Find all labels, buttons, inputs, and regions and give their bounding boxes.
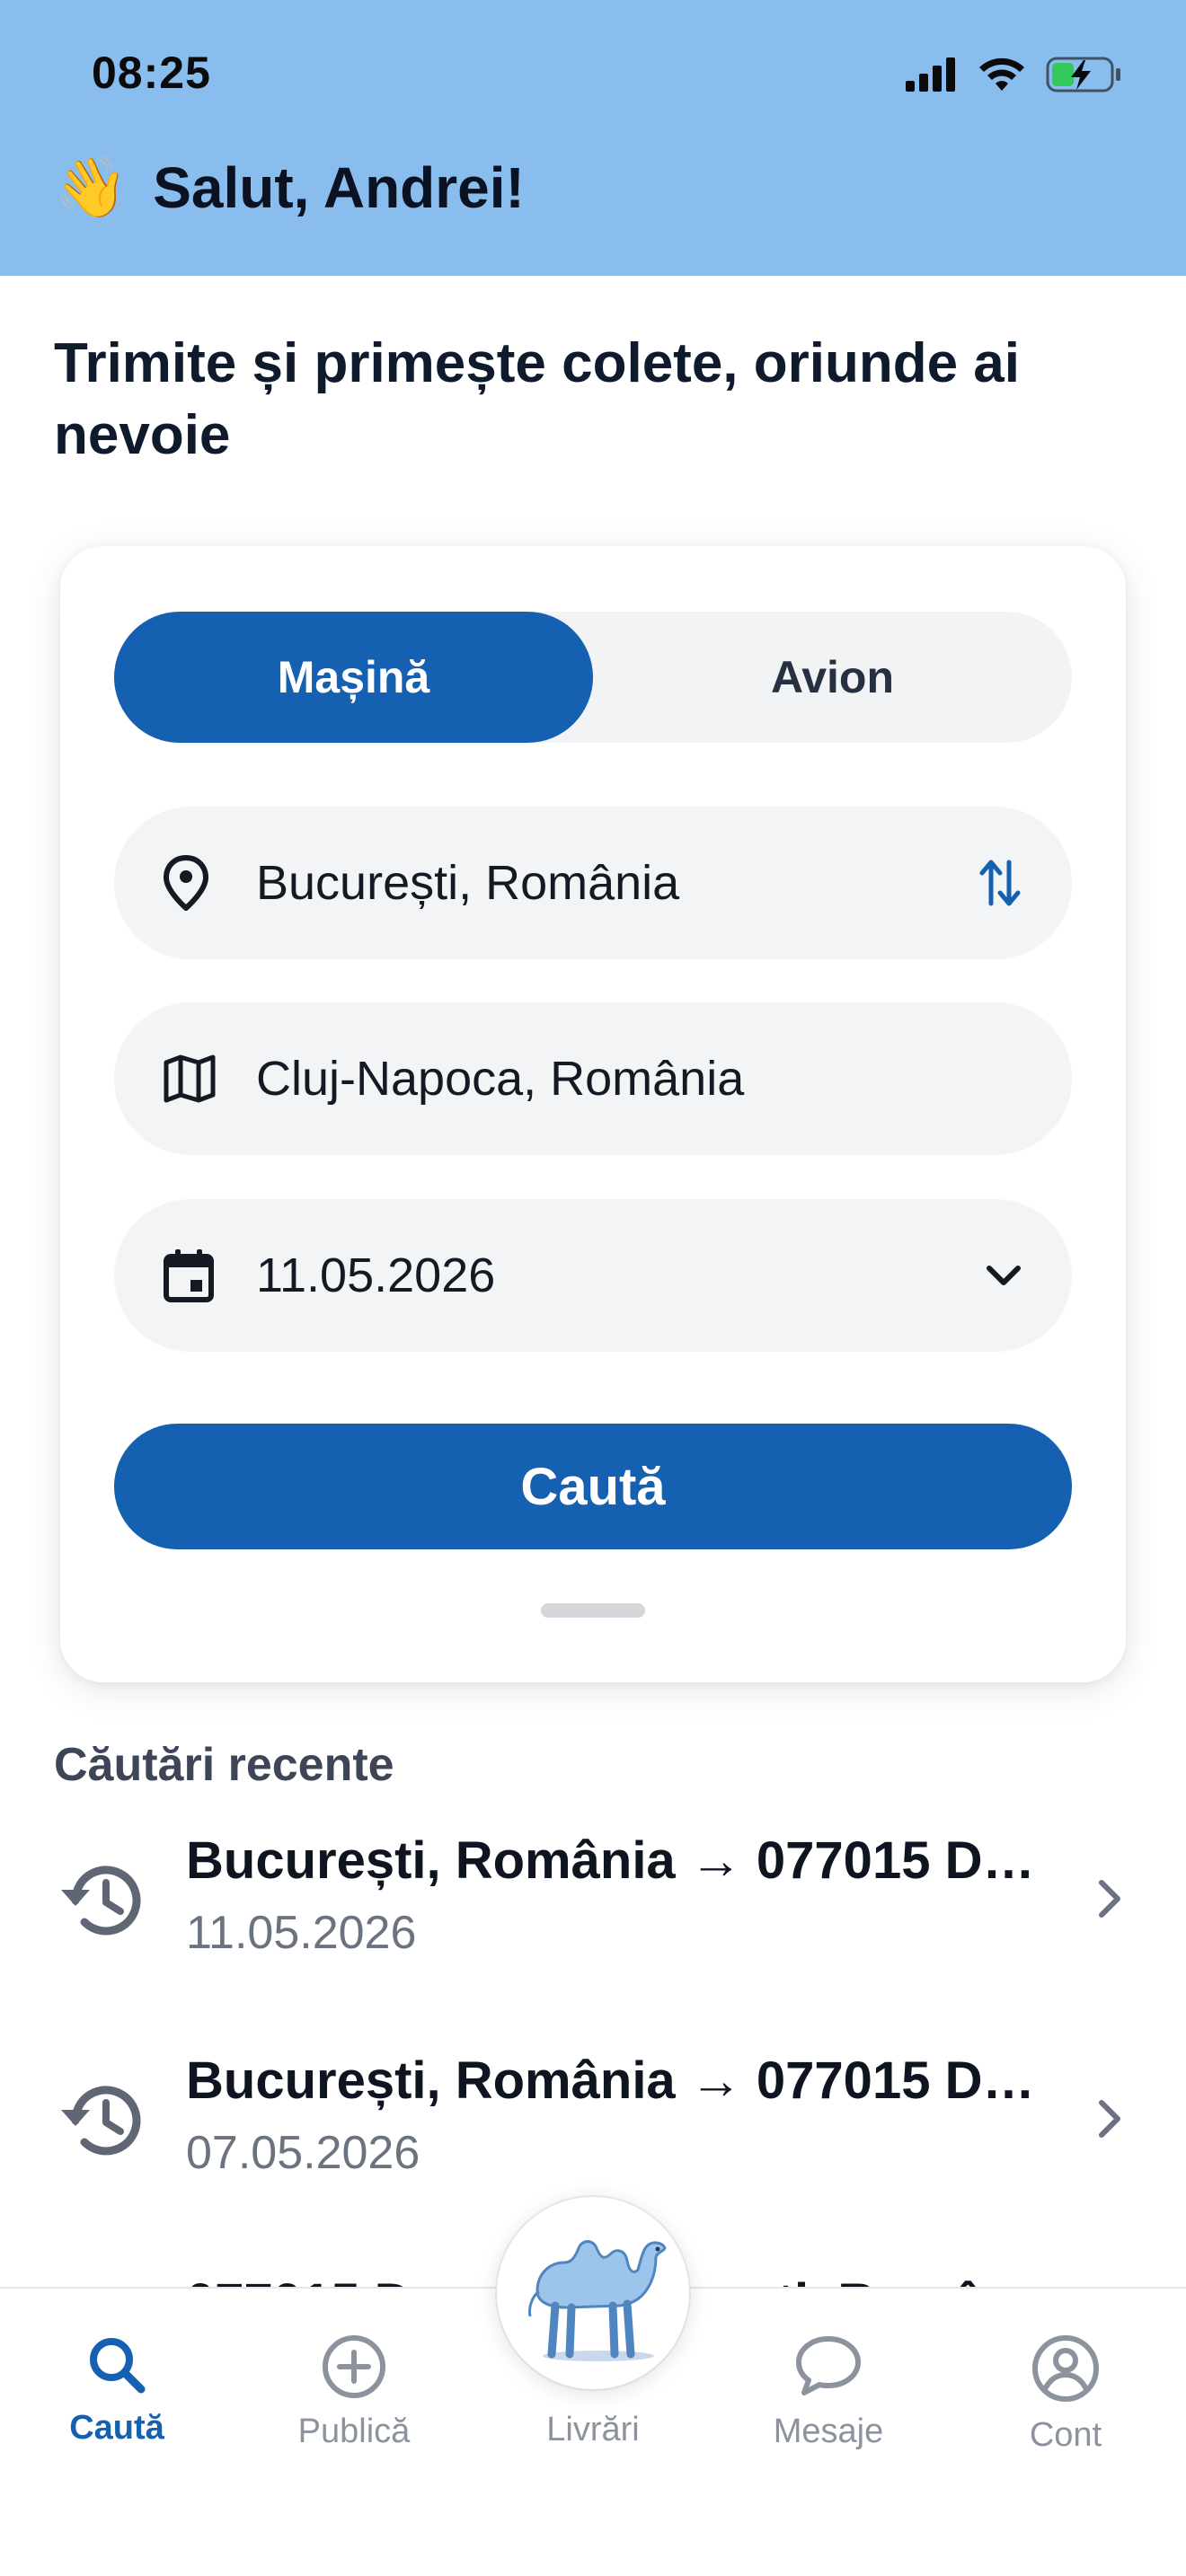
greeting-text: Salut, Andrei! bbox=[153, 155, 525, 220]
greeting: 👋 Salut, Andrei! bbox=[54, 153, 525, 223]
app-header: 08:25 👋 Salut, Andrei! bbox=[0, 0, 1186, 276]
recent-date: 11.05.2026 bbox=[186, 1907, 417, 1959]
date-field[interactable]: 11.05.2026 bbox=[114, 1199, 1072, 1352]
page-headline: Trimite și primește colete, oriunde ai n… bbox=[54, 332, 1021, 466]
wifi-icon bbox=[979, 57, 1024, 91]
status-time: 08:25 bbox=[92, 48, 211, 98]
mode-plane-tab[interactable]: Avion bbox=[593, 612, 1072, 743]
status-icons bbox=[906, 52, 1123, 97]
tab-search[interactable]: Caută bbox=[27, 2333, 207, 2448]
camel-icon bbox=[528, 2240, 667, 2361]
origin-field[interactable]: București, România bbox=[114, 807, 1072, 959]
tab-publish[interactable]: Publică bbox=[264, 2333, 444, 2451]
calendar-icon bbox=[163, 1248, 242, 1303]
tab-search-label: Caută bbox=[69, 2409, 164, 2447]
chevron-right-icon bbox=[1096, 1877, 1123, 1925]
destination-field[interactable]: Cluj-Napoca, România bbox=[114, 1002, 1072, 1155]
battery-charging-icon bbox=[1046, 57, 1120, 93]
history-icon bbox=[54, 2070, 155, 2175]
map-icon bbox=[163, 1054, 242, 1104]
recent-route: București, România → 077015 Du... bbox=[186, 1831, 1058, 1890]
location-pin-icon bbox=[163, 855, 242, 911]
origin-value: București, România bbox=[256, 856, 680, 910]
tab-messages[interactable]: Mesaje bbox=[739, 2333, 918, 2451]
mode-car-tab[interactable]: Mașină bbox=[114, 612, 593, 743]
search-card: Mașină Avion București, România Cluj-Nap… bbox=[60, 546, 1126, 1682]
chevron-right-icon bbox=[1096, 2097, 1123, 2145]
recent-route: București, România → 077015 Du... bbox=[186, 2051, 1058, 2110]
signal-icon bbox=[906, 57, 955, 92]
recent-search-item[interactable]: București, România → 077015 Du... 11.05.… bbox=[0, 1814, 1186, 2012]
chat-bubble-icon bbox=[796, 2336, 861, 2395]
swap-icon[interactable] bbox=[978, 857, 1022, 909]
tab-account-label: Cont bbox=[1029, 2416, 1102, 2454]
waving-hand-icon: 👋 bbox=[54, 154, 128, 220]
search-button[interactable]: Caută bbox=[114, 1424, 1072, 1549]
chevron-down-icon bbox=[986, 1264, 1022, 1287]
date-value: 11.05.2026 bbox=[256, 1248, 496, 1302]
search-icon bbox=[90, 2338, 146, 2394]
history-icon bbox=[54, 1850, 155, 1955]
transport-mode-toggle: Mașină Avion bbox=[114, 612, 1072, 743]
recent-searches-title: Căutări recente bbox=[54, 1739, 394, 1791]
tab-publish-label: Publică bbox=[297, 2413, 411, 2450]
plus-circle-icon bbox=[323, 2335, 385, 2398]
tab-account[interactable]: Cont bbox=[976, 2333, 1155, 2455]
tab-deliveries-label: Livrări bbox=[546, 2411, 640, 2448]
recent-date: 07.05.2026 bbox=[186, 2127, 420, 2179]
card-drag-handle[interactable] bbox=[541, 1603, 645, 1618]
account-icon bbox=[1032, 2335, 1099, 2402]
tab-deliveries[interactable] bbox=[497, 2197, 689, 2389]
tab-messages-label: Mesaje bbox=[773, 2413, 884, 2450]
destination-value: Cluj-Napoca, România bbox=[256, 1052, 745, 1106]
